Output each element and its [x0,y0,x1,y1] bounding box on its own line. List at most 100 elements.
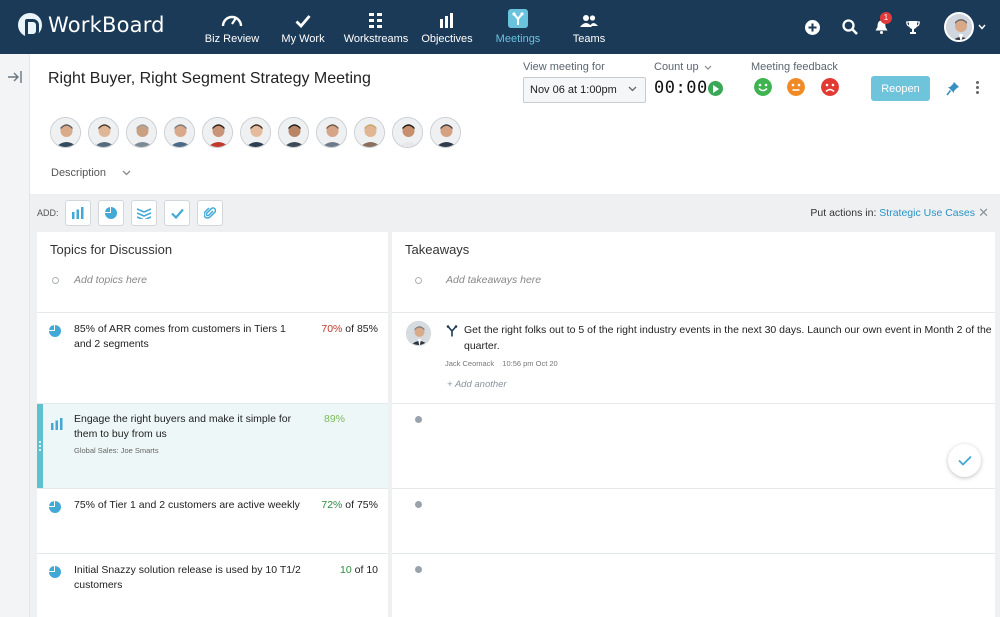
add-label: ADD: [37,208,59,218]
nav-meetings[interactable]: Meetings [494,0,542,54]
attendee-avatar[interactable] [316,117,347,148]
attendee-avatar[interactable] [240,117,271,148]
meetings-icon [446,325,458,337]
happy-face-icon[interactable] [754,78,772,96]
add-another-link[interactable]: + Add another [447,379,507,390]
pin-icon[interactable] [946,81,960,96]
top-nav: WorkBoard Biz Review My Work Workstreams… [0,0,1000,54]
add-workstream-button[interactable] [131,200,157,226]
topic-row[interactable]: 85% of ARR comes from customers in Tiers… [37,312,388,403]
nav-biz-review[interactable]: Biz Review [204,0,260,54]
add-metric-button[interactable] [65,200,91,226]
takeaway-row[interactable]: Get the right folks out to 5 of the righ… [392,312,995,403]
bullet-icon [415,416,422,423]
nav-my-work[interactable]: My Work [280,0,326,54]
nav-label: Meetings [495,33,541,45]
profile-menu[interactable] [941,0,989,54]
add-action-button[interactable] [164,200,190,226]
nav-label: Objectives [421,33,473,45]
nav-teams[interactable]: Teams [572,0,606,54]
more-options-icon[interactable] [976,81,979,96]
topic-text: Initial Snazzy solution release is used … [74,564,301,591]
achievements-button[interactable] [902,0,924,54]
put-actions-setting: Put actions in: Strategic Use Cases [810,207,975,219]
pie-chart-icon [49,501,61,513]
expand-sidebar-icon[interactable] [7,70,23,84]
circle-icon [415,276,422,284]
add-topic-placeholder: Add topics here [74,274,147,286]
metric-value: 72% [321,499,343,511]
takeaway-author: Jack Ceomack [445,359,495,368]
bar-chart-icon [51,418,63,430]
grid-icon [369,0,383,30]
sad-face-icon[interactable] [821,78,839,96]
drag-handle-icon[interactable] [39,441,41,451]
attendee-avatar[interactable] [164,117,195,148]
add-takeaway-input[interactable]: Add takeaways here [415,274,541,286]
plus-circle-icon [804,19,820,35]
metric-target: of 85% [345,323,378,335]
topic-owner: Global Sales: Joe Smarts [74,446,159,455]
meeting-date-select[interactable]: Nov 06 at 1:00pm [523,77,646,103]
notifications-button[interactable]: 1 [870,0,892,54]
complete-button[interactable] [948,444,981,477]
attendee-avatar[interactable] [430,117,461,148]
attendee-avatar[interactable] [50,117,81,148]
workboard-logo-icon [18,13,42,37]
add-topic-input[interactable]: Add topics here [52,274,147,286]
takeaway-text: Get the right folks out to 5 of the righ… [464,324,992,352]
attendee-avatar[interactable] [392,117,423,148]
bar-chart-icon [72,207,84,219]
add-attachment-button[interactable] [197,200,223,226]
topic-row[interactable]: 75% of Tier 1 and 2 customers are active… [37,488,388,553]
avatar [406,321,431,346]
meeting-timer: 00:00 [654,78,708,98]
close-icon[interactable]: ✕ [978,206,989,219]
put-actions-label: Put actions in: [810,207,877,219]
add-button[interactable] [801,0,823,54]
description-toggle[interactable]: Description [51,167,131,179]
logo[interactable]: WorkBoard [18,13,165,37]
nav-objectives[interactable]: Objectives [421,0,473,54]
nav-label: My Work [281,33,325,45]
chevron-down-icon [978,24,986,30]
feedback-label: Meeting feedback [751,61,838,73]
count-mode-label: Count up [654,61,699,73]
put-actions-target-link[interactable]: Strategic Use Cases [879,207,975,219]
bar-chart-icon [440,0,454,30]
count-mode-toggle[interactable]: Count up [654,61,712,73]
circle-icon [52,276,59,284]
attendee-avatar[interactable] [202,117,233,148]
takeaway-row[interactable] [392,488,995,553]
layers-icon [137,208,151,219]
page-title: Right Buyer, Right Segment Strategy Meet… [48,70,371,87]
trophy-icon [906,21,920,34]
topic-row[interactable]: Initial Snazzy solution release is used … [37,553,388,617]
attendee-avatar[interactable] [278,117,309,148]
search-icon [842,19,858,35]
takeaway-row[interactable] [392,553,995,617]
meetings-icon [508,9,528,28]
checkmark-icon [295,0,311,30]
play-timer-icon[interactable] [708,81,723,96]
add-kpi-button[interactable] [98,200,124,226]
search-button[interactable] [838,0,862,54]
checkmark-icon [957,455,972,466]
attendee-avatar[interactable] [354,117,385,148]
topic-row[interactable]: Engage the right buyers and make it simp… [37,403,388,488]
reopen-button[interactable]: Reopen [871,76,930,101]
metric-value: 89% [323,413,345,425]
takeaways-title: Takeaways [405,242,470,257]
speedometer-icon [221,0,243,30]
attendee-avatar[interactable] [126,117,157,148]
metric-target: of 10 [354,564,378,576]
nav-workstreams[interactable]: Workstreams [344,0,408,54]
attendee-avatar[interactable] [88,117,119,148]
meeting-date-value: Nov 06 at 1:00pm [530,84,617,96]
chevron-down-icon [628,86,637,92]
takeaway-row[interactable] [392,403,995,488]
checkmark-icon [170,208,184,219]
topic-text: Engage the right buyers and make it simp… [74,413,292,440]
neutral-face-icon[interactable] [787,78,805,96]
nav-label: Teams [572,33,606,45]
